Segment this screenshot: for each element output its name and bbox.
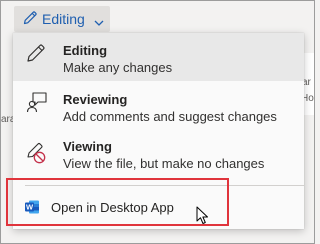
viewing-no-edit-icon [25,139,49,170]
menu-item-title: Viewing [63,139,112,154]
menu-item-reviewing[interactable]: Reviewing Add comments and suggest chang… [13,83,304,131]
menu-item-title: Editing [63,43,108,58]
reviewing-icon [25,90,49,119]
pencil-icon [25,42,47,69]
mode-dropdown-button[interactable]: Editing [14,6,110,32]
menu-item-editing[interactable]: Editing Make any changes [13,33,304,81]
window-frame: Editing ar Ho ara Editing Make any chang… [0,0,315,244]
menu-item-description: View the file, but make no changes [63,156,265,171]
chevron-down-icon [94,14,104,32]
pencil-icon [22,10,38,31]
menu-item-description: Make any changes [63,60,173,75]
menu-item-title: Reviewing [63,92,128,107]
menu-item-description: Add comments and suggest changes [63,109,277,124]
mode-label: Editing [42,11,85,27]
menu-item-viewing[interactable]: Viewing View the file, but make no chang… [13,133,304,179]
mouse-cursor-icon [196,206,210,231]
